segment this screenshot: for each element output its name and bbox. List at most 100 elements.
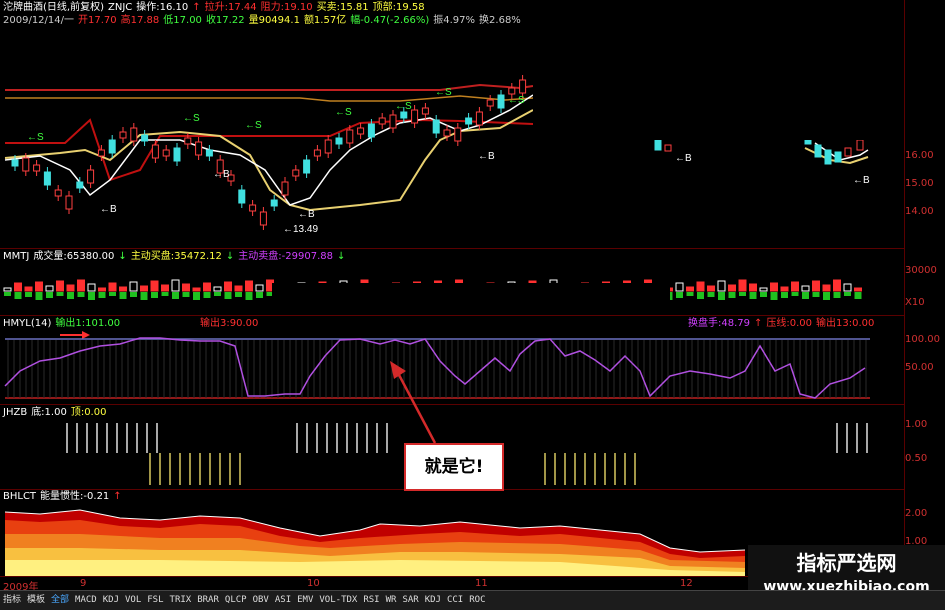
volume-bar [161,292,169,296]
volume-bar [130,292,137,297]
candlestick-chart[interactable]: ←B ←B ←B ←B ←B ←B ←13.49 ←S ←S ←S ←S ←S … [0,0,905,247]
volume-bar [35,292,43,300]
toolbar-tab[interactable]: KDJ [100,591,122,610]
volume-bar [4,292,11,296]
volume-bar [686,292,694,296]
volume-axis-label: X10 [905,297,925,308]
candle-body [238,189,246,204]
candle-body [465,117,473,125]
candle-body [389,114,397,129]
hidden-region [272,283,670,315]
toolbar-tab[interactable]: RSI [360,591,382,610]
toolbar-tab[interactable]: SAR [399,591,421,610]
volume-bars-chart[interactable] [0,249,905,315]
candle-body [162,149,170,157]
resistance-line-upper [5,83,534,91]
candle-body [411,109,419,124]
candle-body [151,144,159,159]
volume-bar [119,286,127,292]
volume-bar [66,284,75,292]
volume-bar [802,292,809,299]
toolbar-tab[interactable]: WR [383,591,400,610]
volume-bar [234,285,243,292]
toolbar-tab[interactable]: ASI [272,591,294,610]
volume-bar [46,292,53,298]
candle-body [814,144,822,158]
candle-body [454,127,462,142]
volume-panel[interactable]: MMTJ 成交量:65380.00 ↓ 主动买盘:35472.12 ↓ 主动卖盘:-299… [0,249,937,315]
volume-bar [759,287,768,292]
candle-body [65,195,73,210]
volume-bar [718,292,725,300]
buy-marker: ←B [853,175,870,186]
volume-bar [749,292,757,299]
candle-body [76,181,84,189]
toolbar-tab[interactable]: 模板 [24,591,48,610]
candle-body [313,149,321,157]
toolbar-tab[interactable]: VOL [122,591,144,610]
volume-bar [738,279,747,292]
date-label: 10 [307,578,320,589]
price-axis-label: 15.00 [905,178,934,189]
volume-bar [3,287,12,292]
toolbar-tab[interactable]: CCI [444,591,466,610]
volume-bar [854,287,862,292]
volume-bar [791,281,799,292]
price-panel[interactable]: 沱牌曲酒(日线,前复权) ZNJC 操作:16.10 ↑ 拉升:17.44 阻力:19.1… [0,0,934,247]
volume-bar [14,292,22,299]
volume-bar [770,292,778,300]
toolbar-tab[interactable]: OBV [250,591,272,610]
volume-bar [780,286,789,292]
volume-bar [697,292,704,299]
toolbar-tab[interactable]: 指标 [0,591,24,610]
toolbar-tab[interactable]: TRIX [167,591,195,610]
candle-body [508,87,516,95]
candle-body [357,127,365,135]
volume-bar [781,292,788,298]
toolbar-tab[interactable]: EMV [294,591,316,610]
toolbar-tab[interactable]: ROC [466,591,488,610]
buy-marker: ←B [298,209,315,220]
toolbar-tab[interactable]: BRAR [194,591,222,610]
candle-body [654,139,662,151]
volume-bar [224,281,232,292]
hidden-region [533,0,905,140]
toolbar-tab[interactable]: VOL-TDX [316,591,360,610]
volume-bar [696,281,705,292]
candle-body [54,189,62,197]
toolbar-tab[interactable]: FSL [144,591,166,610]
volume-bar [25,292,32,297]
volume-bar [56,292,64,296]
toolbar-tab[interactable]: 全部 [48,591,72,610]
volume-bar [151,292,158,298]
candle-body [11,159,19,167]
volume-bar [140,285,148,292]
buy-marker: ←B [675,153,692,164]
toolbar-tab[interactable]: MACD [72,591,100,610]
volume-bar [812,280,820,292]
candle-body [173,147,181,162]
volume-bar [88,292,95,300]
candle-body [824,149,832,165]
volume-bar [87,283,96,292]
toolbar-tab[interactable]: QLCP [222,591,250,610]
volume-bar [35,281,43,292]
candle-body [97,149,105,157]
candle-body [378,117,386,125]
candle-body [486,99,494,107]
volume-bar [224,292,232,299]
date-label: 9 [80,578,87,589]
volume-bar [717,280,726,292]
candle-body [303,159,311,174]
date-label: 12 [680,578,693,589]
volume-bar [256,292,263,298]
candle-body [195,141,203,156]
volume-bar [161,284,169,292]
candle-body [367,123,375,138]
candle-body [421,107,429,115]
resistance-line-brown [5,95,534,102]
toolbar-tab[interactable]: KDJ [422,591,444,610]
candle-body [497,94,505,109]
price-axis-label: 14.00 [905,206,934,217]
low-price-label: ←13.49 [283,224,318,235]
